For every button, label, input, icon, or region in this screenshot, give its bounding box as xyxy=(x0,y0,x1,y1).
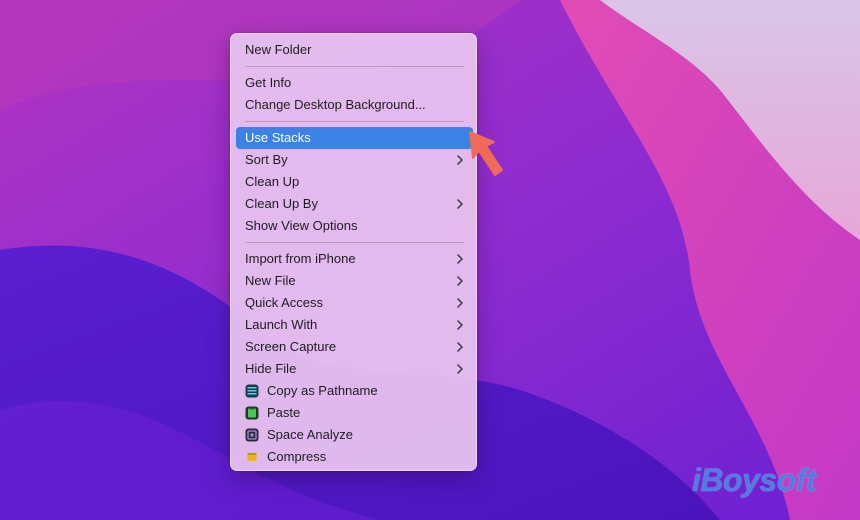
chevron-right-icon xyxy=(457,342,463,352)
menu-item-change-desktop-background[interactable]: Change Desktop Background... xyxy=(236,94,473,116)
menu-item-label: Quick Access xyxy=(245,295,324,310)
menu-item-screen-capture[interactable]: Screen Capture xyxy=(236,336,473,358)
paste-icon xyxy=(245,406,259,420)
menu-item-label: Clean Up By xyxy=(245,196,318,211)
menu-item-compress[interactable]: Compress xyxy=(236,446,473,468)
chevron-right-icon xyxy=(457,364,463,374)
menu-item-label: Hide File xyxy=(245,361,297,376)
menu-item-label: Get Info xyxy=(245,75,292,90)
menu-item-label: New File xyxy=(245,273,296,288)
menu-item-space-analyze[interactable]: Space Analyze xyxy=(236,424,473,446)
menu-item-label: Use Stacks xyxy=(245,130,311,145)
copy-pathname-icon xyxy=(245,384,259,398)
menu-item-launch-with[interactable]: Launch With xyxy=(236,314,473,336)
chevron-right-icon xyxy=(457,298,463,308)
menu-item-label: Sort By xyxy=(245,152,288,167)
menu-item-quick-access[interactable]: Quick Access xyxy=(236,292,473,314)
menu-item-copy-as-pathname[interactable]: Copy as Pathname xyxy=(236,380,473,402)
menu-item-label: Compress xyxy=(267,449,327,464)
menu-item-label: Import from iPhone xyxy=(245,251,356,266)
menu-item-label: Change Desktop Background... xyxy=(245,97,426,112)
menu-item-use-stacks[interactable]: Use Stacks xyxy=(236,127,473,149)
chevron-right-icon xyxy=(457,254,463,264)
watermark-logo: iBoysoft xyxy=(692,462,817,498)
menu-item-label: Launch With xyxy=(245,317,318,332)
chevron-right-icon xyxy=(457,320,463,330)
menu-item-label: Space Analyze xyxy=(267,427,354,442)
menu-item-label: Paste xyxy=(267,405,301,420)
space-analyze-icon xyxy=(245,428,259,442)
context-menu: New Folder Get Info Change Desktop Backg… xyxy=(230,33,477,471)
menu-item-label: New Folder xyxy=(245,42,312,57)
menu-separator xyxy=(245,121,464,122)
menu-item-new-folder[interactable]: New Folder xyxy=(236,39,473,61)
menu-item-clean-up[interactable]: Clean Up xyxy=(236,171,473,193)
menu-separator xyxy=(245,242,464,243)
menu-separator xyxy=(245,66,464,67)
menu-item-label: Screen Capture xyxy=(245,339,337,354)
compress-icon xyxy=(247,453,257,461)
menu-item-clean-up-by[interactable]: Clean Up By xyxy=(236,193,473,215)
menu-item-show-view-options[interactable]: Show View Options xyxy=(236,215,473,237)
chevron-right-icon xyxy=(457,276,463,286)
menu-item-hide-file[interactable]: Hide File xyxy=(236,358,473,380)
menu-item-get-info[interactable]: Get Info xyxy=(236,72,473,94)
menu-item-import-from-iphone[interactable]: Import from iPhone xyxy=(236,248,473,270)
menu-item-label: Clean Up xyxy=(245,174,300,189)
pointer-arrow-icon xyxy=(469,131,503,176)
menu-item-paste[interactable]: Paste xyxy=(236,402,473,424)
chevron-right-icon xyxy=(457,199,463,209)
menu-item-sort-by[interactable]: Sort By xyxy=(236,149,473,171)
menu-item-label: Copy as Pathname xyxy=(267,383,378,398)
menu-item-new-file[interactable]: New File xyxy=(236,270,473,292)
menu-item-label: Show View Options xyxy=(245,218,358,233)
